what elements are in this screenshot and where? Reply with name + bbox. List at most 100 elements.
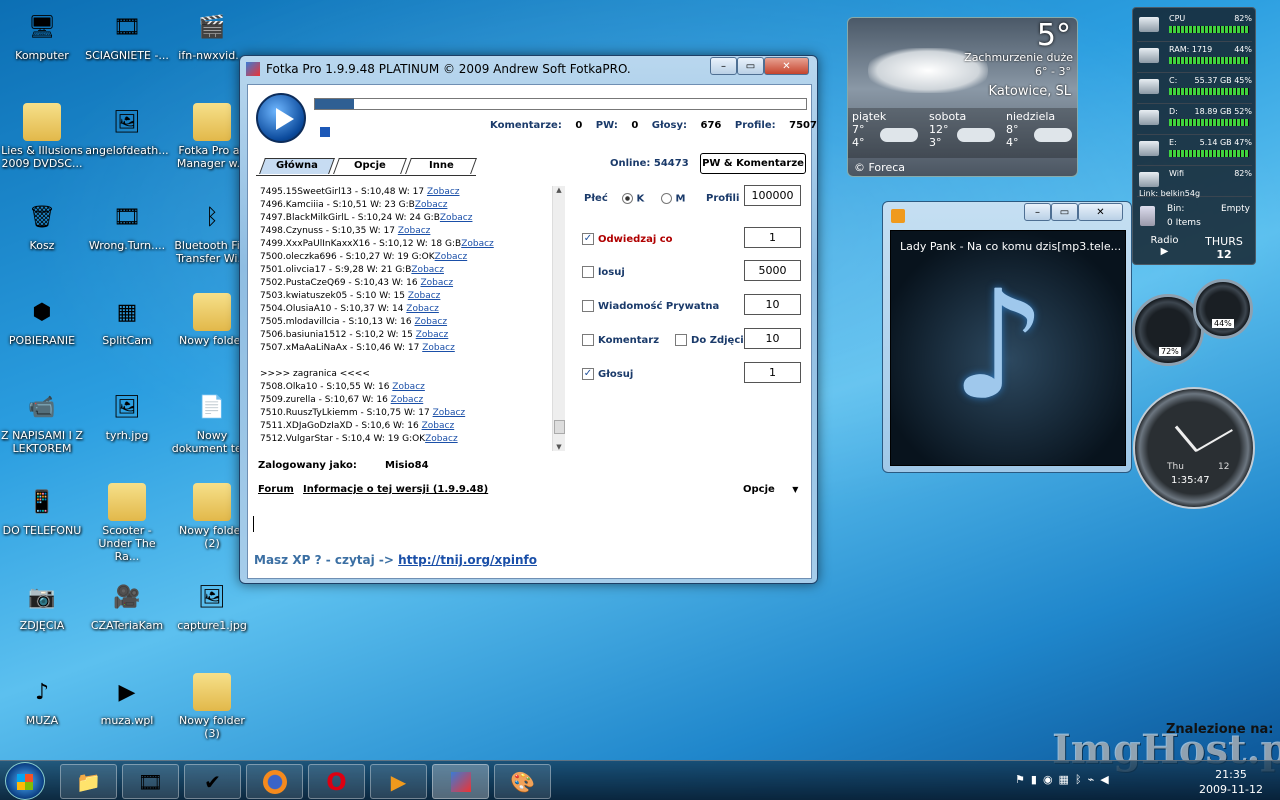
desktop-icon[interactable]: 🎬 ifn-nwxvid... xyxy=(170,8,254,63)
option-row[interactable]: Wiadomość Prywatna xyxy=(582,300,719,312)
fotka-window[interactable]: Fotka Pro 1.9.9.48 PLATINUM © 2009 Andre… xyxy=(239,55,818,584)
zobacz-link[interactable]: Zobacz xyxy=(425,434,458,444)
option-checkbox[interactable]: ✓ xyxy=(582,368,594,380)
desktop-icon[interactable]: Nowy folder (3) xyxy=(170,673,254,740)
desktop-icon[interactable]: ⬢ POBIERANIE xyxy=(0,293,84,348)
zobacz-link[interactable]: Zobacz xyxy=(414,317,447,327)
xpinfo-link[interactable]: http://tnij.org/xpinfo xyxy=(398,553,537,567)
weather-provider[interactable]: © Foreca xyxy=(854,161,905,174)
desktop-icon[interactable]: 🗑 Kosz xyxy=(0,198,84,253)
play-button[interactable] xyxy=(256,93,306,143)
bin-row[interactable]: Bin: Empty 0 Items xyxy=(1137,202,1252,234)
option-checkbox[interactable]: ✓ xyxy=(582,233,594,245)
radio-m[interactable]: M xyxy=(661,193,685,205)
desktop-icon[interactable]: 🖼 angelofdeath... xyxy=(85,103,169,158)
desktop-icon[interactable]: 🎥 CZATeriaKam xyxy=(85,578,169,633)
desktop-icon[interactable]: 🖥 Komputer xyxy=(0,8,84,63)
option-row[interactable]: ✓ Głosuj xyxy=(582,368,633,380)
desktop-icon[interactable]: Lies & Illusions 2009 DVDSC... xyxy=(0,103,84,170)
tray-clock[interactable]: 21:35 2009-11-12 xyxy=(1196,767,1266,797)
zobacz-link[interactable]: Zobacz xyxy=(416,330,449,340)
media-close-button[interactable]: ✕ xyxy=(1078,203,1123,221)
opcje-dropdown[interactable]: Opcje ▼ xyxy=(743,484,798,495)
flag-icon[interactable]: ⚑ xyxy=(1015,773,1031,786)
taskbar-tool[interactable]: ✔ xyxy=(184,764,241,799)
taskbar-paint[interactable]: 🎨 xyxy=(494,764,551,799)
security-icon[interactable]: ◉ xyxy=(1043,773,1059,786)
tab-glowna[interactable]: Główna xyxy=(259,158,335,174)
usb-icon[interactable]: ⌁ xyxy=(1088,773,1101,786)
zobacz-link[interactable]: Zobacz xyxy=(440,213,473,223)
scroll-down-icon[interactable]: ▼ xyxy=(553,443,565,451)
desktop-icon[interactable]: 📹 Z NAPISAMI I Z LEKTOREM xyxy=(0,388,84,456)
desktop-icon[interactable]: Scooter - Under The Ra... xyxy=(85,483,169,563)
zobacz-link[interactable]: Zobacz xyxy=(411,265,444,275)
zobacz-link[interactable]: Zobacz xyxy=(422,421,455,431)
media-gadget[interactable]: – ▭ ✕ Lady Pank - Na co komu dzis[mp3.te… xyxy=(882,201,1132,473)
zobacz-link[interactable]: Zobacz xyxy=(415,200,448,210)
taskbar-fotka[interactable] xyxy=(432,764,489,799)
media-maximize-button[interactable]: ▭ xyxy=(1051,203,1078,221)
zobacz-link[interactable]: Zobacz xyxy=(406,304,439,314)
text-caret[interactable] xyxy=(253,516,254,532)
option-value-input[interactable]: 5000 xyxy=(744,260,801,281)
do-zdjecia-checkbox[interactable] xyxy=(675,334,688,346)
zobacz-link[interactable]: Zobacz xyxy=(398,226,431,236)
desktop-icon[interactable]: ♪ MUZA xyxy=(0,673,84,728)
desktop-icon[interactable]: 🖼 tyrh.jpg xyxy=(85,388,169,443)
media-minimize-button[interactable]: – xyxy=(1024,203,1051,221)
profile-list[interactable]: 7495.15SweetGirl13 - S:10,48 W: 17 Zobac… xyxy=(260,186,550,448)
scroll-up-icon[interactable]: ▲ xyxy=(553,186,565,194)
minimize-button[interactable]: – xyxy=(710,57,737,75)
bluetooth-icon[interactable]: ᛒ xyxy=(1075,773,1088,786)
tab-opcje[interactable]: Opcje xyxy=(333,158,407,174)
taskbar-media-center[interactable]: 🎞 xyxy=(122,764,179,799)
zobacz-link[interactable]: Zobacz xyxy=(408,291,441,301)
zobacz-link[interactable]: Zobacz xyxy=(461,239,494,249)
option-row[interactable]: losuj xyxy=(582,266,625,278)
network-icon[interactable]: ▦ xyxy=(1059,773,1075,786)
option-value-input[interactable]: 10 xyxy=(744,294,801,315)
desktop-icon[interactable]: ▶ muza.wpl xyxy=(85,673,169,728)
radio-widget[interactable]: Radio ▶ xyxy=(1137,235,1192,263)
zobacz-link[interactable]: Zobacz xyxy=(391,395,424,405)
option-checkbox[interactable] xyxy=(582,334,594,346)
option-value-input[interactable]: 1 xyxy=(744,227,801,248)
desktop-icon[interactable]: 📷 ZDJĘCIA xyxy=(0,578,84,633)
taskbar-media-player[interactable]: ▶ xyxy=(370,764,427,799)
maximize-button[interactable]: ▭ xyxy=(737,57,764,75)
zobacz-link[interactable]: Zobacz xyxy=(433,408,466,418)
info-link[interactable]: Informacje o tej wersji (1.9.9.48) xyxy=(303,484,488,495)
desktop-icon[interactable]: ▦ SplitCam xyxy=(85,293,169,348)
option-checkbox[interactable] xyxy=(582,300,594,312)
zobacz-link[interactable]: Zobacz xyxy=(392,382,425,392)
scroll-thumb[interactable] xyxy=(554,420,565,434)
close-button[interactable]: ✕ xyxy=(764,57,809,75)
option-value-input[interactable]: 1 xyxy=(744,362,801,383)
taskbar-opera[interactable]: O xyxy=(308,764,365,799)
option-checkbox[interactable] xyxy=(582,266,594,278)
option-row[interactable]: Komentarz Do Zdjęcia xyxy=(582,334,750,346)
zobacz-link[interactable]: Zobacz xyxy=(420,278,453,288)
volume-icon[interactable]: ◀ xyxy=(1100,773,1114,786)
signal-icon[interactable]: ▮ xyxy=(1031,773,1043,786)
taskbar-firefox[interactable] xyxy=(246,764,303,799)
zobacz-link[interactable]: Zobacz xyxy=(427,187,460,197)
pw-komentarze-button[interactable]: PW & Komentarze xyxy=(700,153,806,174)
desktop-icon[interactable]: 🎞 Wrong.Turn.... xyxy=(85,198,169,253)
option-row[interactable]: ✓ Odwiedzaj co xyxy=(582,233,673,245)
tab-inne[interactable]: Inne xyxy=(405,158,477,174)
forum-link[interactable]: Forum xyxy=(258,484,294,495)
start-button[interactable] xyxy=(5,762,45,800)
profili-input[interactable]: 100000 xyxy=(744,185,801,206)
zobacz-link[interactable]: Zobacz xyxy=(422,343,455,353)
desktop-icon[interactable]: 📱 DO TELEFONU xyxy=(0,483,84,538)
desktop-icon[interactable]: 🖼 capture1.jpg xyxy=(170,578,254,633)
desktop-icon[interactable]: 🎞 SCIAGNIETE -... xyxy=(85,8,169,63)
stop-icon[interactable] xyxy=(320,127,330,137)
system-meters[interactable]: CPU 82% RAM: 1719 44% C: 55.37 GB 45% D: 18.89 … xyxy=(1132,7,1256,265)
taskbar-explorer[interactable]: 📁 xyxy=(60,764,117,799)
list-scrollbar[interactable]: ▲ ▼ xyxy=(552,186,565,451)
option-value-input[interactable]: 10 xyxy=(744,328,801,349)
weather-gadget[interactable]: 5° Zachmurzenie duże 6° - 3° Katowice, S… xyxy=(847,17,1078,177)
